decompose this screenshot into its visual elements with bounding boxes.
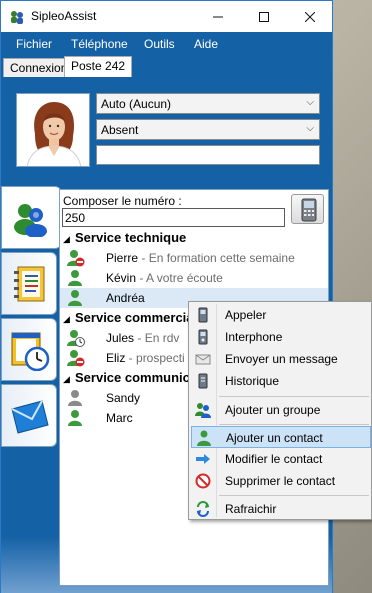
- menu-outils[interactable]: Outils: [144, 37, 175, 51]
- menu-item-label: Envoyer un message: [225, 352, 338, 366]
- contact-name: Jules - En rdv: [106, 331, 180, 345]
- menu-aide[interactable]: Aide: [194, 37, 218, 51]
- history-icon: [198, 373, 208, 389]
- group-name: Service technique: [75, 230, 187, 245]
- menu-item-edit-contact[interactable]: Modifier le contact: [191, 448, 371, 470]
- menu-separator: [219, 396, 369, 397]
- user-available-icon: [68, 290, 82, 306]
- phone-number-input[interactable]: 250: [62, 208, 285, 227]
- side-tab-calendar[interactable]: [1, 318, 57, 381]
- menu-item-call[interactable]: Appeler: [191, 304, 371, 326]
- menu-item-label: Interphone: [225, 330, 283, 344]
- side-tab-contacts[interactable]: [1, 186, 61, 249]
- phone-icon: [198, 307, 208, 323]
- close-icon: [305, 11, 315, 22]
- menu-separator: [219, 495, 369, 496]
- group-header[interactable]: ◢ Service commercia: [60, 310, 194, 325]
- user-away-icon: [67, 330, 85, 347]
- avatar[interactable]: [16, 93, 90, 167]
- menu-item-refresh[interactable]: Rafraichir: [191, 498, 371, 520]
- user-available-icon: [68, 270, 82, 286]
- menu-item-label: Modifier le contact: [225, 452, 323, 466]
- menu-item-label: Rafraichir: [225, 502, 277, 516]
- menu-item-delete-contact[interactable]: Supprimer le contact: [191, 470, 371, 492]
- side-tab-mail[interactable]: [1, 384, 57, 447]
- context-menu: Appeler Interphone Envoyer un message Hi…: [188, 301, 372, 520]
- window-title: SipleoAssist: [31, 9, 97, 23]
- menu-item-add-group[interactable]: Ajouter un groupe: [191, 399, 371, 421]
- collapse-triangle-icon: ◢: [63, 374, 70, 384]
- user-available-icon: [68, 410, 82, 426]
- user-photo-icon: [17, 94, 89, 166]
- menu-item-add-contact[interactable]: Ajouter un contact: [191, 426, 371, 448]
- add-group-icon: [195, 403, 211, 418]
- group-header[interactable]: ◢ Service communic: [60, 370, 190, 385]
- menu-telephone[interactable]: Téléphone: [71, 37, 128, 51]
- presence-select-value: Absent: [101, 123, 139, 137]
- maximize-icon: [259, 11, 269, 22]
- calendar-clock-icon: [11, 332, 50, 371]
- chevron-down-icon: ⌵: [306, 123, 314, 134]
- title-bar[interactable]: SipleoAssist: [1, 1, 332, 32]
- refresh-icon: [197, 501, 209, 517]
- menu-bar: Fichier Téléphone Outils Aide: [1, 32, 332, 56]
- close-button[interactable]: [287, 1, 333, 32]
- menu-item-history[interactable]: Historique: [191, 370, 371, 392]
- contact-name: Pierre - En formation cette semaine: [106, 251, 295, 265]
- tab-poste-242[interactable]: Poste 242: [64, 56, 133, 77]
- menu-fichier[interactable]: Fichier: [16, 37, 52, 51]
- compose-label: Composer le numéro :: [63, 194, 182, 208]
- menu-item-label: Appeler: [225, 308, 267, 322]
- mode-select[interactable]: Auto (Aucun) ⌵: [96, 93, 320, 114]
- maximize-button[interactable]: [241, 1, 287, 32]
- menu-item-label: Ajouter un contact: [226, 431, 323, 445]
- phone-icon: [301, 198, 317, 222]
- group-header[interactable]: ◢ Service technique: [60, 230, 186, 245]
- mail-icon: [11, 400, 49, 434]
- arrow-right-icon: [196, 454, 210, 464]
- chevron-down-icon: ⌵: [306, 97, 314, 108]
- minimize-button[interactable]: [195, 1, 241, 32]
- status-message-input[interactable]: [96, 145, 320, 165]
- envelope-icon: [195, 354, 211, 365]
- contact-name: Andréa: [106, 291, 145, 305]
- contacts-icon: [14, 204, 47, 237]
- sipleo-app-icon: [11, 11, 23, 24]
- menu-item-label: Supprimer le contact: [225, 474, 336, 488]
- group-name: Service communic: [75, 370, 190, 385]
- presence-select[interactable]: Absent ⌵: [96, 119, 320, 140]
- menu-item-send-message[interactable]: Envoyer un message: [191, 348, 371, 370]
- tab-strip: Connexion Poste 242: [1, 56, 332, 77]
- contact-name: Sandy: [106, 391, 141, 405]
- dial-button[interactable]: [291, 194, 324, 224]
- contact-row[interactable]: Kévin - A votre écoute: [60, 268, 328, 288]
- minimize-icon: [213, 16, 223, 17]
- side-tab-address-book[interactable]: [1, 252, 57, 315]
- menu-item-intercom[interactable]: Interphone: [191, 326, 371, 348]
- contact-name: Eliz - prospecti: [106, 351, 185, 365]
- contact-row[interactable]: Pierre - En formation cette semaine: [60, 248, 328, 268]
- collapse-triangle-icon: ◢: [63, 234, 70, 244]
- group-name: Service commercia: [75, 310, 194, 325]
- address-book-icon: [14, 266, 45, 302]
- menu-item-label: Ajouter un groupe: [225, 403, 321, 417]
- no-entry-icon: [195, 473, 211, 489]
- user-offline-icon: [68, 390, 82, 406]
- add-contact-icon: [197, 430, 211, 446]
- mode-select-value: Auto (Aucun): [101, 97, 172, 111]
- user-busy-icon: [67, 350, 85, 367]
- collapse-triangle-icon: ◢: [63, 314, 70, 324]
- user-busy-icon: [67, 250, 85, 267]
- contact-name: Kévin - A votre écoute: [106, 271, 223, 285]
- menu-item-label: Historique: [225, 374, 280, 388]
- contact-name: Marc: [106, 411, 133, 425]
- intercom-icon: [198, 329, 208, 345]
- menu-separator: [219, 424, 369, 425]
